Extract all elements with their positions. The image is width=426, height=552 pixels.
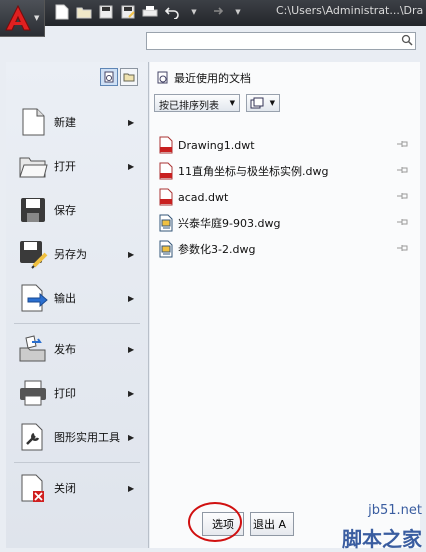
recent-file-name: 11直角坐标与极坐标实例.dwg	[178, 165, 329, 178]
chevron-right-icon: ▶	[128, 161, 135, 171]
recent-documents-header: 最近使用的文档	[156, 70, 251, 86]
recent-file-name: acad.dwt	[178, 190, 229, 204]
recent-file-item[interactable]: Drawing1.dwt	[158, 132, 416, 158]
menu-label-open: 打开	[54, 159, 76, 173]
undo-icon[interactable]	[162, 2, 182, 22]
left-menu-pane: 新建 ▶ 打开 ▶ 保存 另存为 ▶ 输出 ▶ 发布 ▶ 打印 ▶ 图形实用工具…	[6, 62, 149, 548]
search-input[interactable]	[150, 34, 402, 50]
recent-docs-icon	[104, 71, 114, 83]
recent-file-name: Drawing1.dwt	[178, 138, 255, 152]
icon-view-dropdown[interactable]: ▼	[246, 94, 280, 112]
open-icon[interactable]	[74, 2, 94, 22]
icon-view-icon	[250, 97, 264, 109]
recent-docs-icon	[157, 71, 168, 84]
menu-label-save-as: 另存为	[54, 247, 87, 261]
chevron-right-icon: ▶	[128, 293, 135, 303]
save-as-icon[interactable]	[118, 2, 138, 22]
chevron-right-icon: ▶	[128, 388, 135, 398]
open-docs-icon	[123, 73, 135, 82]
recent-file-name: 参数化3-2.dwg	[178, 243, 256, 256]
menu-item-drawing-utilities[interactable]: 图形实用工具 ▶	[6, 415, 148, 459]
application-menu: 新建 ▶ 打开 ▶ 保存 另存为 ▶ 输出 ▶ 发布 ▶ 打印 ▶ 图形实用工具…	[6, 100, 148, 510]
chevron-down-icon: ▼	[269, 99, 275, 107]
recent-file-item[interactable]: 兴泰华庭9-903.dwg	[158, 210, 416, 236]
chevron-right-icon: ▶	[128, 249, 135, 259]
menu-label-close: 关闭	[54, 481, 76, 495]
menu-label-export: 输出	[54, 291, 76, 305]
recent-file-item[interactable]: 11直角坐标与极坐标实例.dwg	[158, 158, 416, 184]
menu-item-save-as[interactable]: 另存为 ▶	[6, 232, 148, 276]
menu-label-save: 保存	[54, 203, 76, 217]
chevron-down-icon: ▼	[34, 14, 40, 22]
menu-item-open[interactable]: 打开 ▶	[6, 144, 148, 188]
menu-item-publish[interactable]: 发布 ▶	[6, 327, 148, 371]
menu-item-print[interactable]: 打印 ▶	[6, 371, 148, 415]
menu-item-save[interactable]: 保存	[6, 188, 148, 232]
chevron-down-icon: ▼	[229, 99, 235, 107]
window-title: C:\Users\Administrat...\Dra	[276, 4, 424, 17]
pin-icon[interactable]	[396, 218, 408, 226]
recent-documents-toggle[interactable]	[100, 68, 118, 86]
close-document-icon	[21, 474, 44, 502]
new-document-icon	[22, 108, 45, 136]
dwt-file-icon	[159, 136, 173, 154]
menu-label-drawing-utilities: 图形实用工具	[54, 430, 120, 444]
application-menu-button[interactable]: ▼	[0, 0, 45, 37]
menu-item-new[interactable]: 新建 ▶	[6, 100, 148, 144]
pin-icon[interactable]	[396, 192, 408, 200]
open-documents-toggle[interactable]	[120, 68, 138, 86]
chevron-right-icon: ▶	[128, 483, 135, 493]
quick-access-toolbar: ▼ ▼	[52, 2, 248, 24]
pin-icon[interactable]	[396, 166, 408, 174]
chevron-right-icon: ▶	[128, 432, 135, 442]
recent-file-item[interactable]: acad.dwt	[158, 184, 416, 210]
view-toggles	[100, 68, 138, 86]
search-box	[146, 32, 416, 50]
dwg-file-icon	[159, 240, 173, 258]
redo-icon[interactable]	[206, 2, 226, 22]
recent-documents-title: 最近使用的文档	[174, 72, 251, 85]
dwg-file-icon	[159, 214, 173, 232]
search-icon[interactable]	[401, 34, 413, 46]
menu-divider	[14, 462, 140, 463]
menu-item-close[interactable]: 关闭 ▶	[6, 466, 148, 510]
menu-label-new: 新建	[54, 115, 76, 129]
sort-order-value: 按已排序列表	[159, 101, 219, 112]
highlight-circle-annotation	[188, 502, 242, 542]
menu-label-publish: 发布	[54, 342, 76, 356]
dwg-file-icon	[159, 162, 173, 180]
publish-icon	[19, 335, 46, 362]
save-icon[interactable]	[96, 2, 116, 22]
chevron-right-icon: ▶	[128, 344, 135, 354]
save-disk-icon	[21, 198, 45, 222]
watermark-site: jb51.net	[368, 503, 422, 518]
menu-item-export[interactable]: 输出 ▶	[6, 276, 148, 320]
dwt-file-icon	[159, 188, 173, 206]
chevron-down-icon[interactable]: ▼	[228, 2, 248, 22]
chevron-down-icon[interactable]: ▼	[184, 2, 204, 22]
recent-file-item[interactable]: 参数化3-2.dwg	[158, 236, 416, 262]
watermark: jb51.net 脚本之家	[286, 501, 426, 551]
wrench-icon	[21, 423, 43, 451]
menu-label-print: 打印	[54, 386, 76, 400]
watermark-brand: 脚本之家	[342, 527, 422, 551]
autocad-logo-icon	[5, 4, 31, 31]
new-icon[interactable]	[52, 2, 72, 22]
open-folder-icon	[19, 157, 48, 178]
pin-icon[interactable]	[396, 140, 408, 148]
menu-divider	[14, 323, 140, 324]
printer-icon	[20, 380, 46, 406]
save-as-icon	[20, 241, 48, 269]
recent-documents-pane: 最近使用的文档 按已排序列表 ▼ ▼ Drawing1.dwt 11直角坐标与极…	[150, 62, 420, 548]
pin-icon[interactable]	[396, 244, 408, 252]
print-icon[interactable]	[140, 2, 160, 22]
chevron-right-icon: ▶	[128, 117, 135, 127]
recent-file-name: 兴泰华庭9-903.dwg	[178, 217, 281, 230]
sort-order-dropdown[interactable]: 按已排序列表 ▼	[154, 94, 240, 112]
export-icon	[21, 284, 48, 312]
recent-file-list: Drawing1.dwt 11直角坐标与极坐标实例.dwg acad.dwt 兴…	[158, 132, 416, 262]
